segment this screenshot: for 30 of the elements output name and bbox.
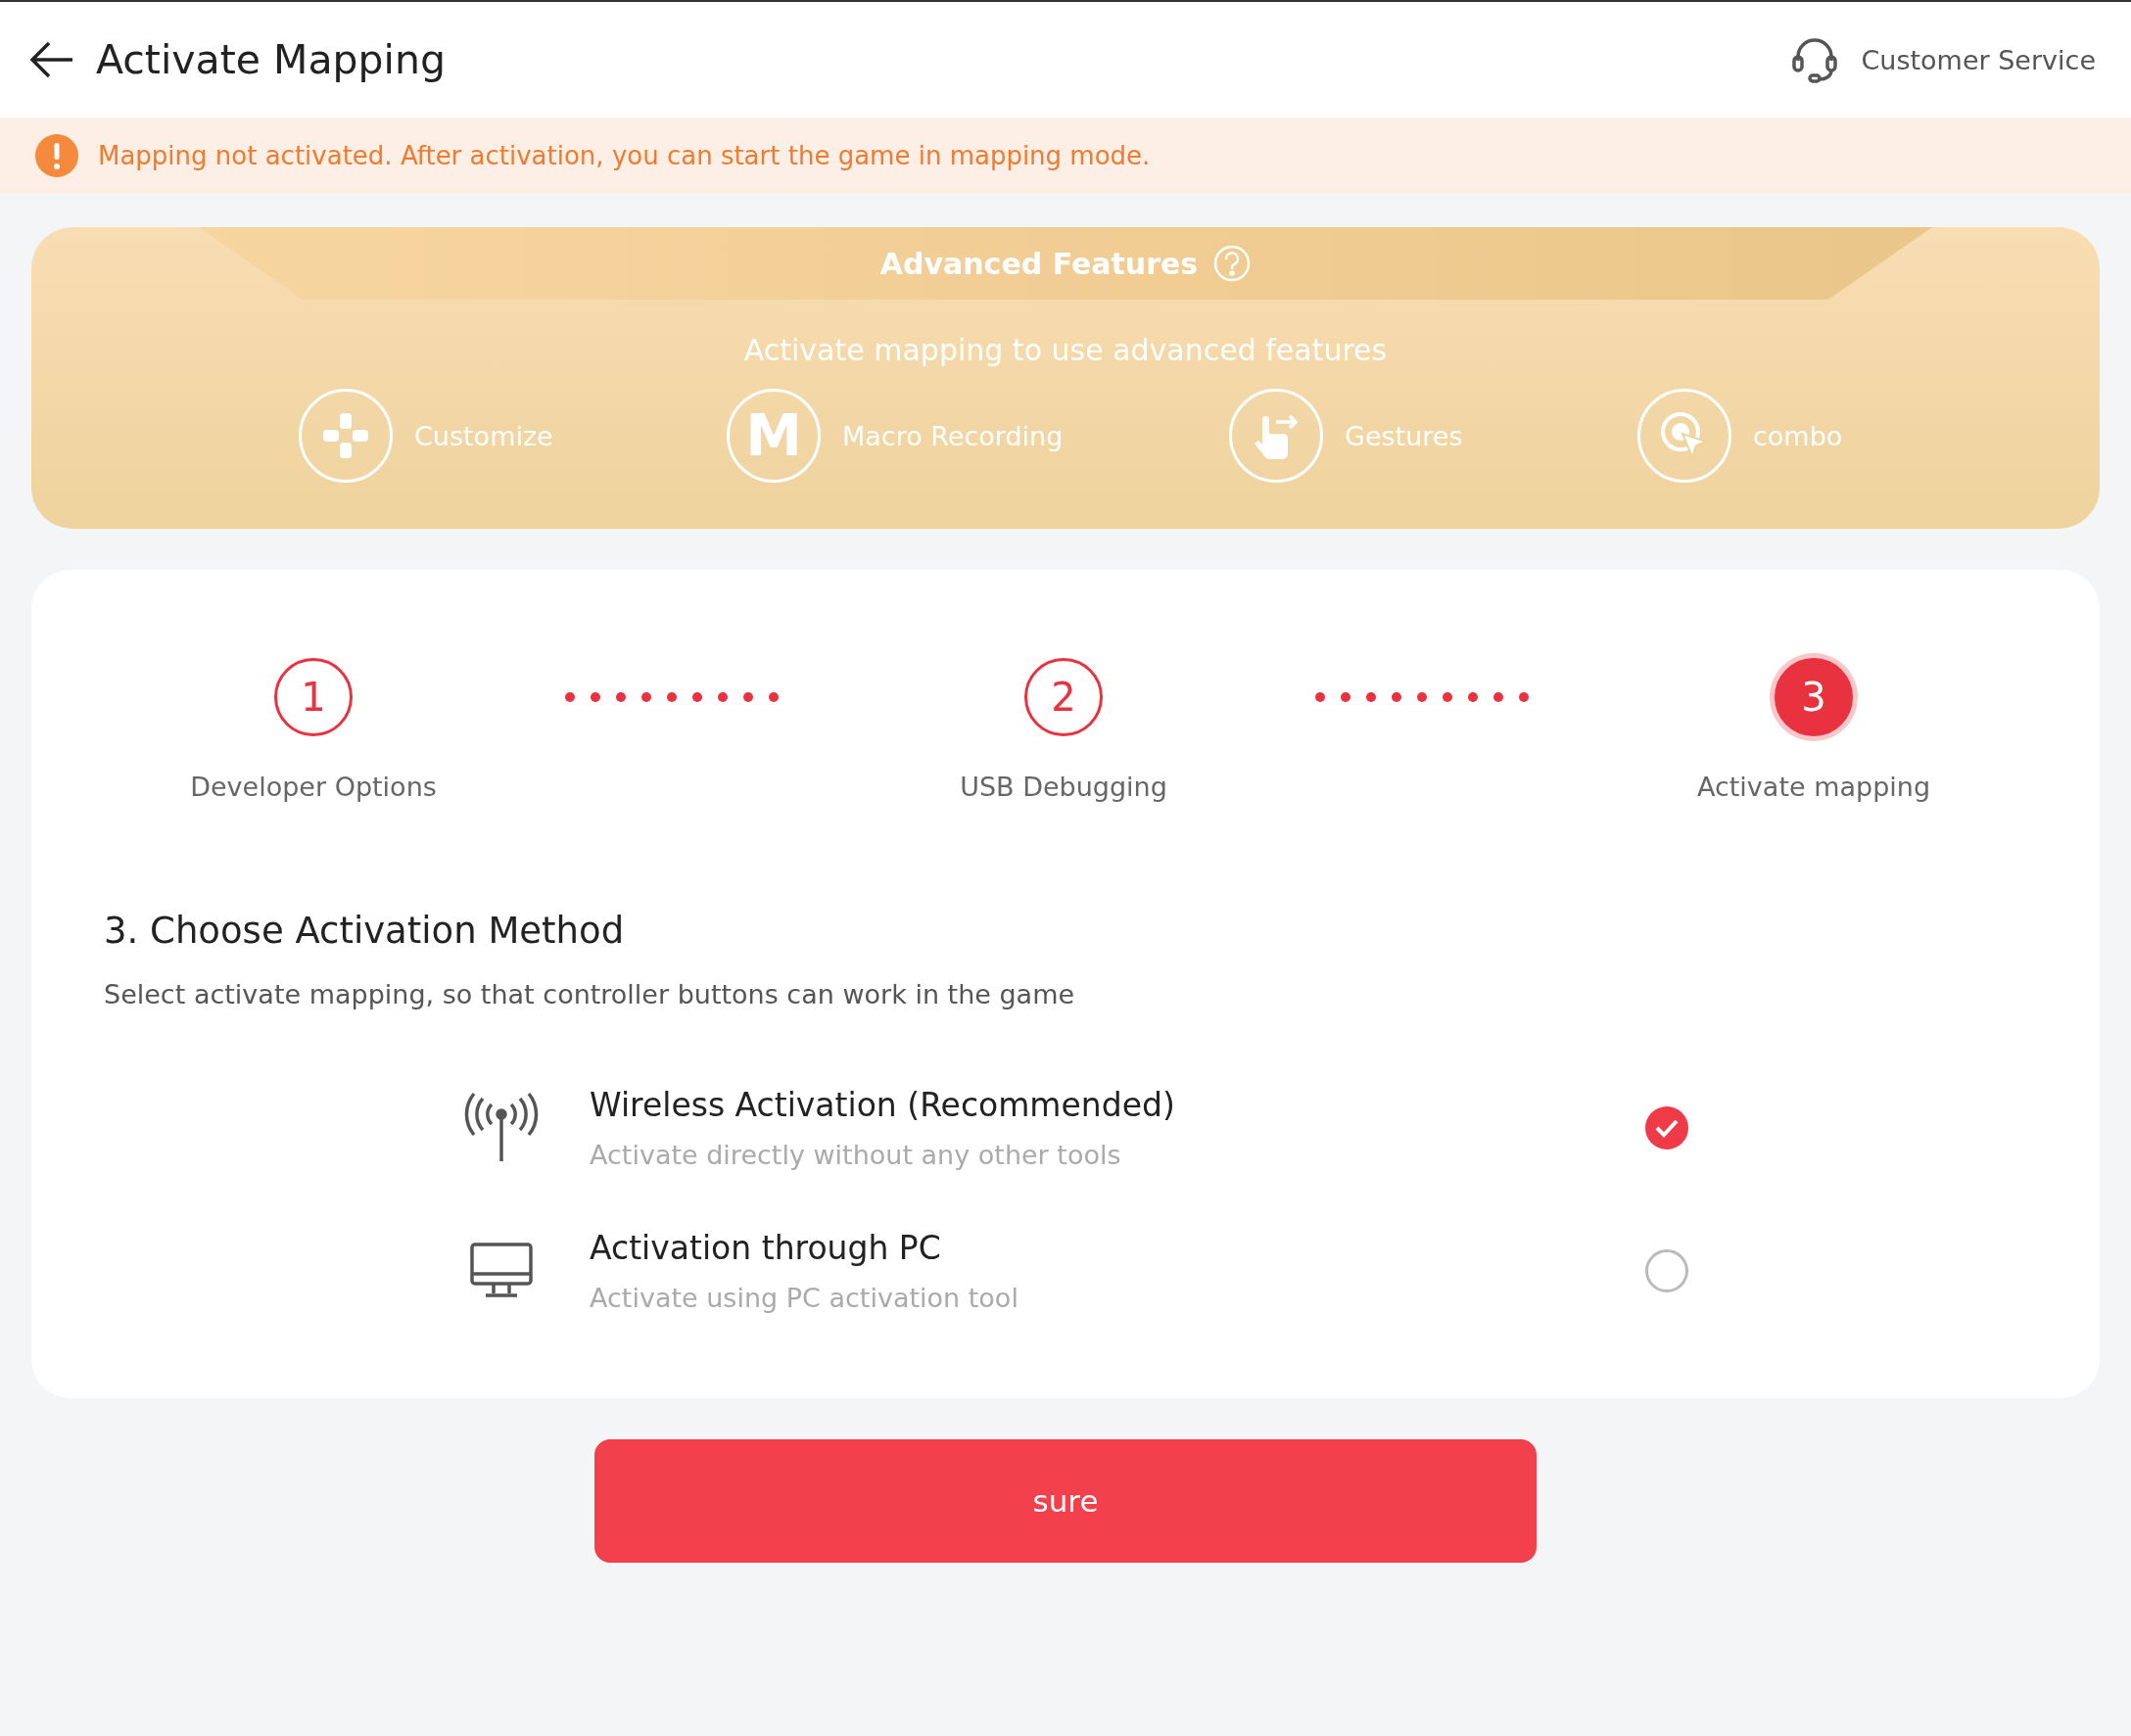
section-heading: 3. Choose Activation Method — [104, 910, 626, 952]
letter-icon: M — [727, 389, 821, 483]
page-title: Activate Mapping — [96, 36, 447, 83]
feature-label: Customize — [414, 420, 553, 451]
option-title: Activation through PC — [590, 1229, 942, 1267]
section-description: Select activate mapping, so that controller buttons can work in the game — [104, 979, 1076, 1009]
step-number: 2 — [1024, 658, 1103, 736]
option-subtitle: Activate directly without any other tools — [590, 1140, 1122, 1170]
target-cursor-icon — [1637, 389, 1731, 483]
option-title: Wireless Activation (Recommended) — [590, 1086, 1176, 1124]
hand-pointer-icon — [1229, 389, 1323, 483]
step-label: Activate mapping — [1696, 772, 1931, 802]
feature-label: Macro Recording — [842, 420, 1064, 451]
option-subtitle: Activate using PC activation tool — [590, 1283, 1019, 1313]
step-label: Developer Options — [190, 772, 437, 802]
step-label: USB Debugging — [960, 772, 1167, 802]
headset-icon — [1790, 35, 1840, 84]
feature-label: combo — [1753, 420, 1843, 451]
advanced-features-title: Advanced Features — [879, 246, 1199, 281]
check-icon — [1654, 1118, 1680, 1138]
step-number: 1 — [274, 658, 353, 736]
advanced-features-subtitle: Activate mapping to use advanced features — [743, 333, 1388, 367]
radio-button[interactable] — [1645, 1249, 1688, 1292]
warning-icon — [35, 134, 78, 177]
feature-label: Gestures — [1345, 420, 1463, 451]
sure-button[interactable]: sure — [594, 1439, 1537, 1563]
customer-service-button[interactable]: Customer Service — [1784, 34, 2102, 85]
gamepad-icon — [299, 389, 393, 483]
notice-text: Mapping not activated. After activation, you can start the game in mapping mode. — [98, 141, 1151, 170]
radio-button[interactable] — [1645, 1106, 1688, 1150]
